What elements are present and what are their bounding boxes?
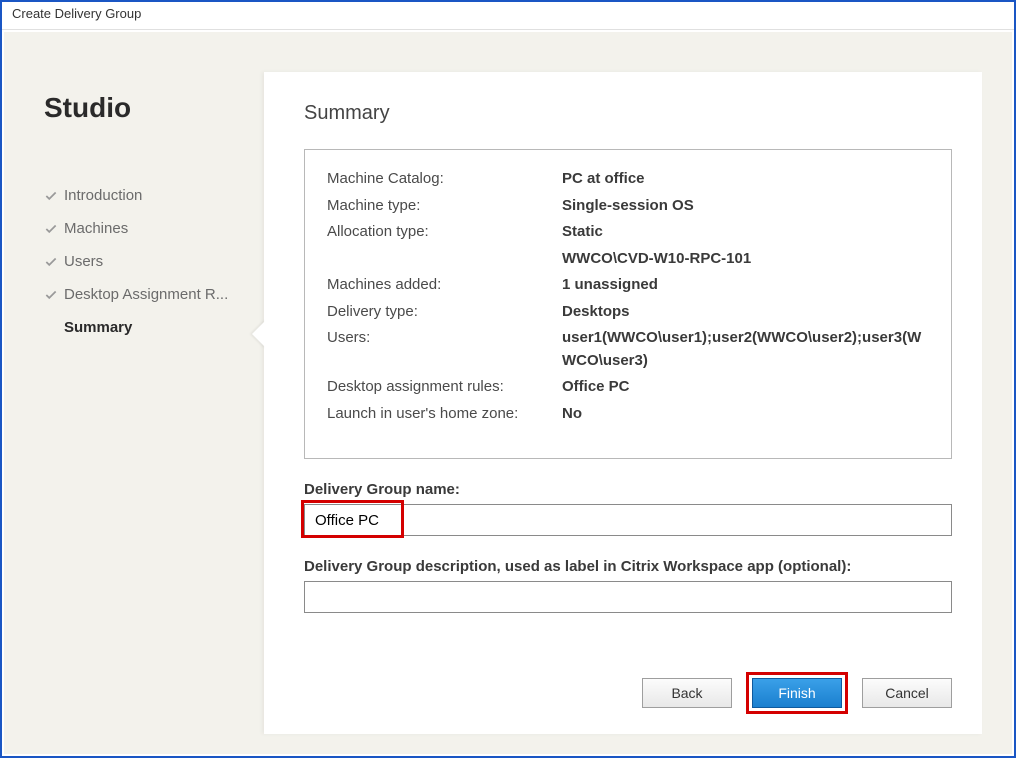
step-label: Summary (64, 319, 132, 336)
wizard-steps: Introduction Machines Users Desktop Assignm… (44, 179, 244, 344)
summary-label: Machines added: (327, 274, 562, 297)
dialog-body: Studio Introduction Machines Users Desktop … (4, 32, 1012, 754)
pointer-notch (252, 320, 266, 348)
summary-label: Machine type: (327, 195, 562, 218)
summary-box: Machine Catalog:PC at officeMachine type… (304, 149, 952, 459)
wizard-step-1[interactable]: Machines (44, 212, 244, 245)
summary-label: Machine Catalog: (327, 168, 562, 191)
wizard-step-3[interactable]: Desktop Assignment R... (44, 278, 244, 311)
summary-label: Delivery type: (327, 301, 562, 324)
summary-value: PC at office (562, 168, 645, 191)
wizard-step-0[interactable]: Introduction (44, 179, 244, 212)
summary-row: Delivery type:Desktops (327, 301, 929, 324)
content-panel: Summary Machine Catalog:PC at officeMach… (264, 72, 982, 734)
panel-heading: Summary (304, 102, 952, 125)
summary-row: Machine type:Single-session OS (327, 195, 929, 218)
summary-label: Allocation type: (327, 221, 562, 244)
summary-row: Users:user1(WWCO\user1);user2(WWCO\user2… (327, 327, 929, 372)
summary-row: Launch in user's home zone:No (327, 403, 929, 426)
step-label: Introduction (64, 187, 142, 204)
check-icon (44, 189, 60, 203)
summary-label: Desktop assignment rules: (327, 376, 562, 399)
group-name-input[interactable] (304, 504, 952, 536)
cancel-button[interactable]: Cancel (862, 678, 952, 708)
summary-value: WWCO\CVD-W10-RPC-101 (562, 248, 751, 271)
summary-value: 1 unassigned (562, 274, 658, 297)
check-icon (44, 288, 60, 302)
summary-row: WWCO\CVD-W10-RPC-101 (327, 248, 929, 271)
check-icon (44, 222, 60, 236)
window-title: Create Delivery Group (2, 2, 1014, 30)
step-label: Machines (64, 220, 128, 237)
summary-value: Office PC (562, 376, 630, 399)
summary-value: Static (562, 221, 603, 244)
wizard-sidebar: Studio Introduction Machines Users Desktop … (4, 32, 264, 754)
summary-row: Desktop assignment rules:Office PC (327, 376, 929, 399)
summary-value: user1(WWCO\user1);user2(WWCO\user2);user… (562, 327, 929, 372)
summary-label: Users: (327, 327, 562, 372)
summary-row: Machine Catalog:PC at office (327, 168, 929, 191)
step-label: Users (64, 253, 103, 270)
summary-row: Machines added:1 unassigned (327, 274, 929, 297)
button-row: Back Finish Cancel (642, 672, 952, 714)
group-desc-input[interactable] (304, 581, 952, 613)
dialog-window: Create Delivery Group Studio Introductio… (0, 0, 1016, 758)
summary-label: Launch in user's home zone: (327, 403, 562, 426)
step-label: Desktop Assignment R... (64, 286, 228, 303)
summary-label (327, 248, 562, 271)
summary-value: No (562, 403, 582, 426)
summary-value: Desktops (562, 301, 630, 324)
summary-value: Single-session OS (562, 195, 694, 218)
back-button[interactable]: Back (642, 678, 732, 708)
summary-row: Allocation type:Static (327, 221, 929, 244)
sidebar-title: Studio (44, 92, 244, 124)
wizard-step-4[interactable]: Summary (44, 311, 244, 344)
group-name-label: Delivery Group name: (304, 481, 952, 498)
finish-button[interactable]: Finish (752, 678, 842, 708)
group-desc-label: Delivery Group description, used as labe… (304, 558, 952, 575)
check-icon (44, 255, 60, 269)
highlight-finish-button: Finish (746, 672, 848, 714)
wizard-step-2[interactable]: Users (44, 245, 244, 278)
